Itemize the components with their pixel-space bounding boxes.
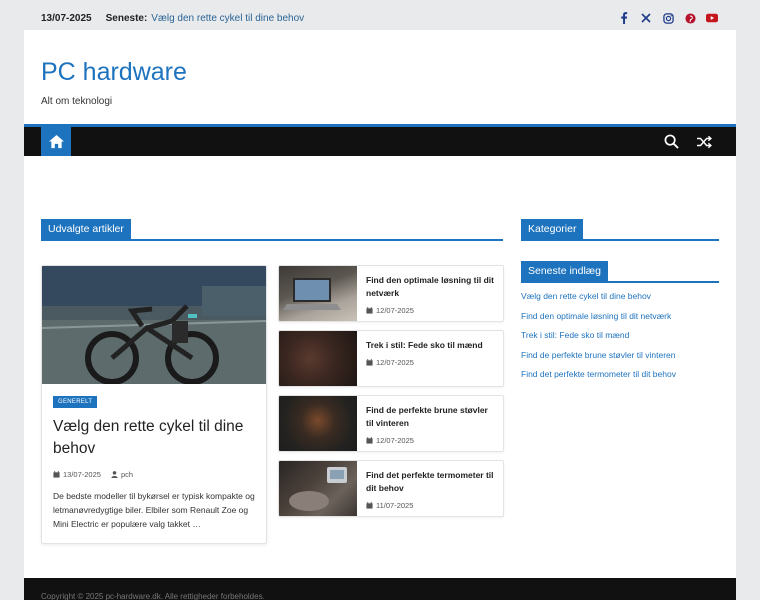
calendar-icon [366, 307, 373, 314]
featured-article-author[interactable]: pch [121, 470, 133, 479]
x-icon[interactable] [640, 12, 652, 24]
facebook-icon[interactable] [618, 12, 630, 24]
latest-post-link[interactable]: Vælg den rette cykel til dine behov [151, 13, 304, 24]
calendar-icon [366, 437, 373, 444]
calendar-icon [366, 359, 373, 366]
featured-image-bicycle[interactable] [42, 266, 266, 384]
recent-post-link[interactable]: Find det perfekte termometer til dit beh… [521, 369, 719, 379]
recent-post-link[interactable]: Find den optimale løsning til dit netvær… [521, 311, 719, 321]
latest-label: Seneste: [105, 12, 148, 24]
article-date[interactable]: 11/07-2025 [376, 501, 413, 510]
list-item: Find de perfekte brune støvler til vinte… [278, 395, 504, 452]
article-title[interactable]: Trek i stil: Fede sko til mænd [366, 339, 495, 352]
footer-copyright: Copyright © 2025 pc-hardware.dk. Alle re… [41, 592, 265, 600]
list-item: Trek i stil: Fede sko til mænd 12/07-202… [278, 330, 504, 387]
instagram-icon[interactable] [662, 12, 674, 24]
main-navigation [24, 124, 736, 156]
calendar-icon [366, 502, 373, 509]
top-bar: 13/07-2025 Seneste: Vælg den rette cykel… [24, 6, 736, 30]
article-thumbnail-boots[interactable] [279, 396, 357, 451]
article-thumbnail-thermometer[interactable] [279, 461, 357, 516]
site-description: Alt om teknologi [41, 96, 113, 107]
user-icon [111, 471, 118, 478]
pinterest-icon[interactable] [684, 12, 696, 24]
article-title[interactable]: Find de perfekte brune støvler til vinte… [366, 404, 495, 430]
featured-article-meta: 13/07-2025 pch [42, 460, 266, 479]
youtube-icon[interactable] [706, 12, 718, 24]
categories-widget-title: Kategorier [521, 219, 719, 241]
home-button[interactable] [41, 127, 71, 156]
section-title-label: Udvalgte artikler [41, 219, 131, 239]
article-date[interactable]: 12/07-2025 [376, 358, 414, 367]
site-header: PC hardware Alt om teknologi [24, 30, 736, 124]
article-title[interactable]: Find det perfekte termometer til dit beh… [366, 469, 495, 495]
recent-posts-widget: Seneste indlæg Vælg den rette cykel til … [521, 261, 719, 379]
article-thumbnail-shoes[interactable] [279, 331, 357, 386]
calendar-icon [53, 471, 60, 478]
recent-post-link[interactable]: Find de perfekte brune støvler til vinte… [521, 350, 719, 360]
recent-posts-list: Vælg den rette cykel til dine behov Find… [521, 291, 719, 379]
categories-title-label: Kategorier [521, 219, 584, 239]
recent-post-link[interactable]: Vælg den rette cykel til dine behov [521, 291, 719, 301]
recent-post-link[interactable]: Trek i stil: Fede sko til mænd [521, 330, 719, 340]
search-icon[interactable] [664, 134, 679, 149]
featured-article-date[interactable]: 13/07-2025 [63, 470, 101, 479]
section-title: Udvalgte artikler [41, 219, 503, 241]
recent-posts-title: Seneste indlæg [521, 261, 719, 283]
article-date[interactable]: 12/07-2025 [376, 436, 414, 445]
site-title[interactable]: PC hardware [41, 58, 719, 86]
article-title[interactable]: Find den optimale løsning til dit netvær… [366, 274, 495, 300]
article-date[interactable]: 12/07-2025 [376, 306, 414, 315]
shuffle-icon[interactable] [696, 135, 712, 149]
article-thumbnail-laptop[interactable] [279, 266, 357, 321]
featured-article-title[interactable]: Vælg den rette cykel til dine behov [42, 408, 266, 460]
nav-tools [664, 127, 736, 156]
page: 13/07-2025 Seneste: Vælg den rette cykel… [24, 6, 736, 600]
featured-article-excerpt: De bedste modeller til bykørsel er typis… [53, 491, 255, 529]
list-item: Find den optimale løsning til dit netvær… [278, 265, 504, 322]
home-icon [48, 134, 64, 149]
featured-article-card: GENERELT Vælg den rette cykel til dine b… [41, 265, 267, 544]
article-list: Find den optimale løsning til dit netvær… [278, 265, 504, 525]
site-footer: Copyright © 2025 pc-hardware.dk. Alle re… [24, 578, 736, 600]
featured-articles-section: Udvalgte artikler GENERELT Vælg den rett… [41, 219, 504, 544]
category-tag[interactable]: GENERELT [53, 396, 98, 408]
sidebar: Kategorier Seneste indlæg Vælg den rette… [521, 219, 719, 389]
current-date: 13/07-2025 [41, 12, 92, 24]
list-item: Find det perfekte termometer til dit beh… [278, 460, 504, 517]
recent-posts-title-label: Seneste indlæg [521, 261, 608, 281]
social-links [618, 12, 718, 24]
